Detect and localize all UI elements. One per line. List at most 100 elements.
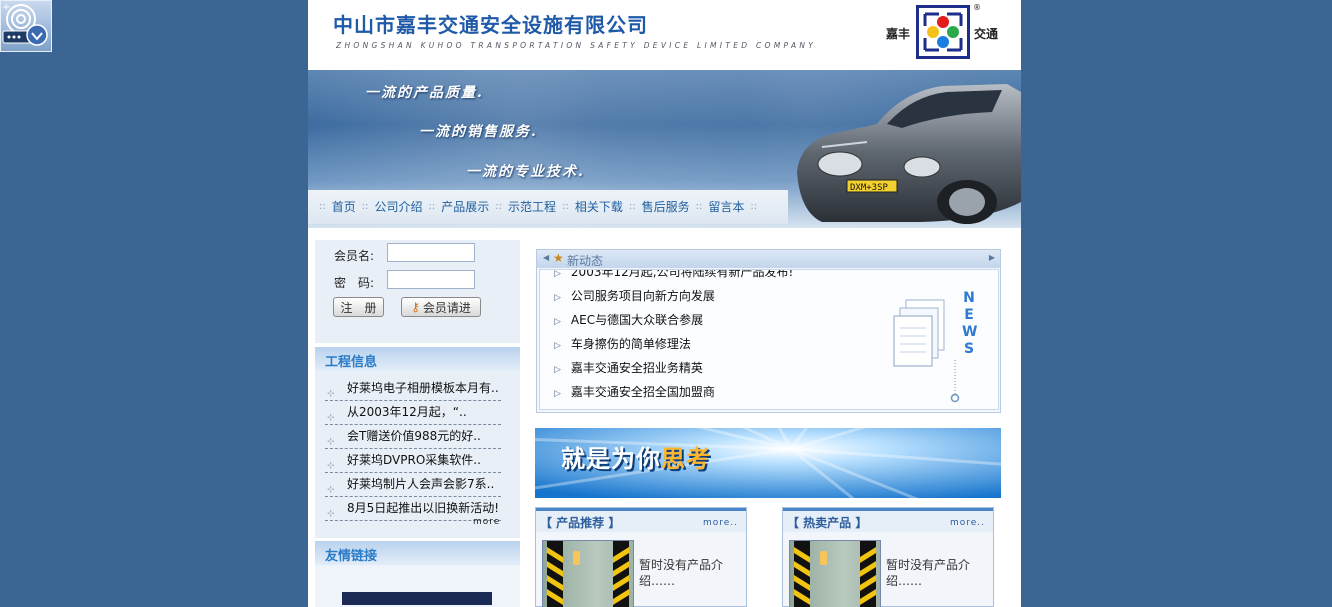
car-image: DXM+3SP [797,84,1021,224]
recommended-more-link[interactable]: more.. [703,518,738,528]
member-login-box: 会员名: 密 码: 注 册 ⚷ 会员请进 [315,240,520,343]
news-badge-letter: W [962,324,978,340]
arrow-left-icon[interactable]: ◀ [543,253,549,262]
project-item-label[interactable]: 好莱坞制片人会声会影7系.. [347,473,494,496]
bullet-arrow-icon: ▷ [554,293,561,303]
fingerprint-icon: + [2,2,48,46]
projects-more-link[interactable]: more [473,517,500,527]
nav-item-6[interactable]: 留言本 [708,199,744,215]
project-list-item[interactable]: ⊹ 会T赠送价值988元的好.. [325,425,501,449]
documents-icon [893,299,945,367]
promo-text: 就是为你思考 [561,439,711,474]
friend-links-header: 友情链接 [315,541,520,565]
bullet-arrow-icon: ▷ [554,365,561,375]
news-box: ◀ ★ 新动态 ▶ ▷ 2003年12月起,公司将陆续有新产品发布! ▷ 公司服务项目… [536,249,1001,413]
nav-item-0[interactable]: 首页 [332,199,356,215]
news-badge: NEWS [962,290,978,358]
bullet-arrow-icon: ▷ [554,341,561,351]
nav-separator: :: [361,201,369,212]
recommended-products-header: 【 产品推荐 】 more.. [536,508,746,532]
promo-banner[interactable]: 就是为你思考 [535,428,1001,498]
corner-guard-image [794,541,876,607]
nav-separator: :: [750,201,758,212]
slogan-quality: 一流的产品质量. [365,85,484,101]
friend-link-banner[interactable] [342,592,492,605]
site-header: 中山市嘉丰交通安全设施有限公司 ZHONGSHAN KUHOO TRANSPOR… [308,0,1021,70]
member-login-button[interactable]: ⚷ 会员请进 [401,297,481,317]
bullet-arrow-icon: ▷ [554,317,561,327]
news-item-label[interactable]: 2003年12月起,公司将陆续有新产品发布! [571,270,793,279]
hot-products-panel: 【 热卖产品 】 more.. 暂时没有产品介绍…… [782,507,994,607]
news-item-label[interactable]: AEC与德国大众联合参展 [571,313,703,327]
project-item-label[interactable]: 从2003年12月起，“.. [347,401,467,424]
nav-item-3[interactable]: 示范工程 [508,199,556,215]
news-list-item[interactable]: ▷ AEC与德国大众联合参展 [554,311,703,328]
news-list-item[interactable]: ▷ 公司服务项目向新方向发展 [554,287,715,304]
hot-more-link[interactable]: more.. [950,518,985,528]
password-input[interactable] [387,270,475,289]
logo-text-right: 交通 [974,27,999,41]
news-item-label[interactable]: 嘉丰交通安全招业务精英 [571,361,703,375]
news-title: 新动态 [567,254,604,268]
news-list-item[interactable]: ▷ 车身擦伤的简单修理法 [554,335,691,352]
register-button[interactable]: 注 册 [333,297,384,317]
news-list-item[interactable]: ▷ 2003年12月起,公司将陆续有新产品发布! [554,269,793,280]
news-item-label[interactable]: 车身擦伤的简单修理法 [571,337,691,351]
project-item-label[interactable]: 好莱坞DVPRO采集软件.. [347,449,481,472]
username-label: 会员名: [334,249,375,263]
hero-banner: 一流的产品质量. 一流的销售服务. 一流的专业技术. DXM+3SP :: 首页:… [308,70,1021,228]
recommended-products-title: 【 产品推荐 】 [540,516,621,530]
key-icon: ⚷ [411,300,420,314]
nav-item-5[interactable]: 售后服务 [642,199,690,215]
register-button-label: 注 册 [340,300,377,315]
news-header: ◀ ★ 新动态 ▶ [537,250,1000,268]
project-item-label[interactable]: 会T赠送价值988元的好.. [347,425,481,448]
news-list-item[interactable]: ▷ 嘉丰交通安全招业务精英 [554,359,703,376]
hot-product-image[interactable] [789,540,881,607]
news-badge-letter: S [963,341,975,357]
arrow-right-icon[interactable]: ▶ [989,253,995,262]
company-logo[interactable] [916,5,970,59]
recommended-product-image[interactable] [542,540,634,607]
corner-guard-image [547,541,629,607]
nav-separator: :: [628,201,636,212]
friend-links-title: 友情链接 [325,549,378,564]
registered-mark: ® [973,3,981,12]
promo-text-highlight: 思考 [661,445,711,473]
bullet-arrow-icon: ▷ [554,269,561,279]
project-list-item[interactable]: ⊹ 好莱坞电子相册模板本月有.. [325,377,501,401]
nav-separator: :: [695,201,703,212]
nav-items: :: 首页:: 公司介绍:: 产品展示:: 示范工程:: 相关下载:: 售后服务:: 留言本:… [313,199,763,215]
nav-item-4[interactable]: 相关下载 [575,199,623,215]
website-page: 中山市嘉丰交通安全设施有限公司 ZHONGSHAN KUHOO TRANSPOR… [308,0,1021,607]
license-plate-text: DXM+3SP [850,183,889,193]
project-list-item[interactable]: ⊹ 好莱坞制片人会声会影7系.. [325,473,501,497]
username-input[interactable] [387,243,475,262]
news-item-label[interactable]: 嘉丰交通安全招全国加盟商 [571,385,715,399]
news-list-item[interactable]: ▷ 嘉丰交通安全招全国加盟商 [554,383,715,400]
news-item-label[interactable]: 公司服务项目向新方向发展 [571,289,715,303]
hot-products-header: 【 热卖产品 】 more.. [783,508,993,532]
nav-item-2[interactable]: 产品展示 [441,199,489,215]
traffic-logo-icon [923,12,963,52]
news-dotted-line [950,360,960,403]
bullet-icon: ⊹ [327,509,335,519]
project-list: ⊹ 好莱坞电子相册模板本月有.. ⊹ 从2003年12月起，“.. ⊹ 会T赠送价值988… [325,377,501,521]
main-nav: :: 首页:: 公司介绍:: 产品展示:: 示范工程:: 相关下载:: 售后服务:: 留言本:… [308,190,788,224]
nav-separator: :: [428,201,436,212]
desktop-network-widget[interactable]: + [0,0,52,52]
news-badge-letter: N [963,290,975,306]
project-info-panel: 工程信息 ⊹ 好莱坞电子相册模板本月有.. ⊹ 从2003年12月起，“.. ⊹ 会T赠送… [315,347,520,538]
news-badge-letter: E [964,307,974,323]
project-list-item[interactable]: ⊹ 好莱坞DVPRO采集软件.. [325,449,501,473]
nav-item-1[interactable]: 公司介绍 [375,199,423,215]
bullet-arrow-icon: ▷ [554,389,561,399]
member-login-label: 会员请进 [422,300,471,315]
recommended-product-desc: 暂时没有产品介绍…… [639,558,724,588]
slogan-service: 一流的销售服务. [419,124,538,140]
slogan-technology: 一流的专业技术. [466,164,585,180]
svg-text:+: + [2,2,10,13]
project-info-header: 工程信息 [315,347,520,371]
project-list-item[interactable]: ⊹ 从2003年12月起，“.. [325,401,501,425]
project-item-label[interactable]: 好莱坞电子相册模板本月有.. [347,377,499,400]
